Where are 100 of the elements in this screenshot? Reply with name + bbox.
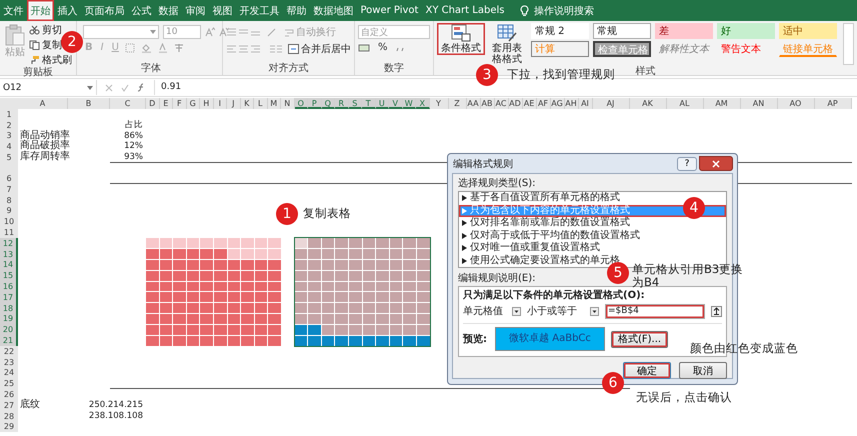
ribbon-tab[interactable]: 数据 (155, 0, 182, 21)
row-header[interactable]: 28 (0, 410, 18, 422)
gallery-scrollbar[interactable] (843, 23, 854, 65)
column-header[interactable]: T (362, 98, 376, 109)
column-header[interactable]: G (186, 98, 200, 109)
row-header[interactable]: 4 (0, 141, 18, 152)
list-item[interactable]: 仅对唯一值或重复值设置格式 (459, 242, 726, 254)
row-header[interactable]: 27 (0, 400, 18, 411)
dropdown[interactable]: 小于或等于 (527, 304, 599, 318)
column-header[interactable]: Y (430, 98, 448, 109)
column-header[interactable]: AC (494, 98, 508, 109)
row-header[interactable]: 2 (0, 120, 18, 131)
row-header[interactable]: 16 (0, 281, 18, 292)
column-header[interactable]: AL (666, 98, 704, 109)
ribbon-tab[interactable]: 帮助 (283, 0, 310, 21)
column-header[interactable]: I (214, 98, 227, 109)
row-header[interactable]: 25 (0, 378, 18, 390)
cell-style[interactable]: 解释性文本 (655, 41, 713, 57)
format-button[interactable]: 格式(F)... (611, 330, 668, 348)
column-header[interactable]: AM (704, 98, 740, 109)
row-header[interactable]: 7 (0, 184, 18, 195)
column-header[interactable]: U (376, 98, 389, 109)
column-header[interactable]: B (68, 98, 110, 109)
row-header[interactable]: 13 (0, 248, 18, 260)
column-header[interactable]: R (335, 98, 348, 109)
column-header[interactable]: K (240, 98, 254, 109)
cancel-button[interactable]: 取消 (679, 362, 727, 379)
cell-style[interactable]: 差 (655, 23, 713, 39)
column-header[interactable]: AH (564, 98, 578, 109)
column-header[interactable]: A (18, 98, 68, 109)
list-item[interactable]: 仅对高于或低于平均值的数值设置格式 (459, 230, 726, 242)
row-header[interactable]: 12 (0, 238, 18, 249)
row-header[interactable]: 10 (0, 216, 18, 228)
ribbon-tab[interactable]: 开始 (27, 0, 54, 21)
column-header[interactable]: Q (322, 98, 335, 109)
column-header[interactable]: H (200, 98, 214, 109)
column-header[interactable]: AI (578, 98, 592, 109)
copy-button[interactable]: 复制 (29, 38, 62, 52)
row-header[interactable]: 9 (0, 206, 18, 216)
row-header[interactable]: 8 (0, 194, 18, 206)
column-header[interactable]: AO (778, 98, 814, 109)
column-header[interactable]: AB (480, 98, 494, 109)
row-header[interactable]: 19 (0, 314, 18, 324)
input-field[interactable]: =$B$4 (605, 304, 705, 318)
percent-button[interactable]: % (376, 42, 390, 53)
cell-style[interactable]: 常规 (593, 23, 651, 39)
column-header[interactable]: AA (466, 98, 480, 109)
ok-button[interactable]: 确定 (623, 362, 671, 379)
column-header[interactable]: J (227, 98, 240, 109)
column-header[interactable]: O (294, 98, 308, 109)
row-header[interactable]: 29 (0, 422, 18, 432)
cut-button[interactable]: 剪切 (29, 23, 62, 37)
conditional-formatting-button[interactable]: 条件格式 (437, 23, 485, 55)
column-header[interactable]: X (416, 98, 430, 109)
column-header[interactable]: AJ (592, 98, 630, 109)
column-header[interactable]: E (160, 98, 173, 109)
column-header[interactable]: Z (448, 98, 466, 109)
ribbon-tab[interactable]: 公式 (128, 0, 155, 21)
column-header[interactable]: S (348, 98, 362, 109)
list-item[interactable]: 仅对排名靠前或靠后的数值设置格式 (459, 217, 726, 230)
row-header[interactable]: 23 (0, 356, 18, 368)
column-header[interactable]: C (110, 98, 146, 109)
column-header[interactable]: AF (536, 98, 550, 109)
row-header[interactable]: 14 (0, 260, 18, 270)
format-as-table-button[interactable]: 套用表格格式 (488, 23, 526, 66)
ribbon-tab[interactable]: 插入 (54, 0, 81, 21)
column-header[interactable]: F (173, 98, 186, 109)
row-header[interactable]: 3 (0, 130, 18, 142)
column-header[interactable]: P (308, 98, 322, 109)
ribbon-tab[interactable]: 开发工具 (236, 0, 283, 21)
ribbon-tab[interactable]: XY Chart Labels (422, 0, 508, 21)
column-header[interactable]: W (402, 98, 416, 109)
row-header[interactable]: 22 (0, 346, 18, 357)
row-header[interactable]: 1 (0, 109, 18, 120)
cell-style[interactable]: 常规 2 (531, 23, 589, 39)
row-header[interactable]: 21 (0, 335, 18, 346)
row-header[interactable]: 20 (0, 324, 18, 336)
collapse-icon[interactable] (711, 306, 722, 316)
row-header[interactable]: 11 (0, 227, 18, 238)
ribbon-tab[interactable]: Power Pivot (357, 0, 422, 21)
ribbon-tab[interactable]: 数据地图 (310, 0, 357, 21)
row-header[interactable]: 5 (0, 152, 18, 163)
column-header[interactable]: D (146, 98, 160, 109)
format-painter-button[interactable]: 格式刷 (29, 53, 72, 67)
column-header[interactable]: AP (814, 98, 852, 109)
column-header[interactable]: AK (630, 98, 666, 109)
ribbon-tab[interactable]: 文件 (0, 0, 27, 21)
column-header[interactable]: M (268, 98, 281, 109)
column-header[interactable]: N (281, 98, 294, 109)
column-header[interactable]: V (389, 98, 402, 109)
help-button[interactable]: ? (677, 156, 697, 170)
ribbon-tab[interactable]: 视图 (209, 0, 236, 21)
row-header[interactable]: 18 (0, 302, 18, 314)
column-header[interactable]: L (254, 98, 268, 109)
font-name-field[interactable] (83, 25, 159, 39)
dropdown[interactable]: 单元格值 (463, 304, 521, 318)
column-header[interactable]: AG (550, 98, 564, 109)
column-header[interactable]: AN (740, 98, 778, 109)
cell-style[interactable]: 好 (717, 23, 775, 39)
column-header[interactable]: AE (522, 98, 536, 109)
